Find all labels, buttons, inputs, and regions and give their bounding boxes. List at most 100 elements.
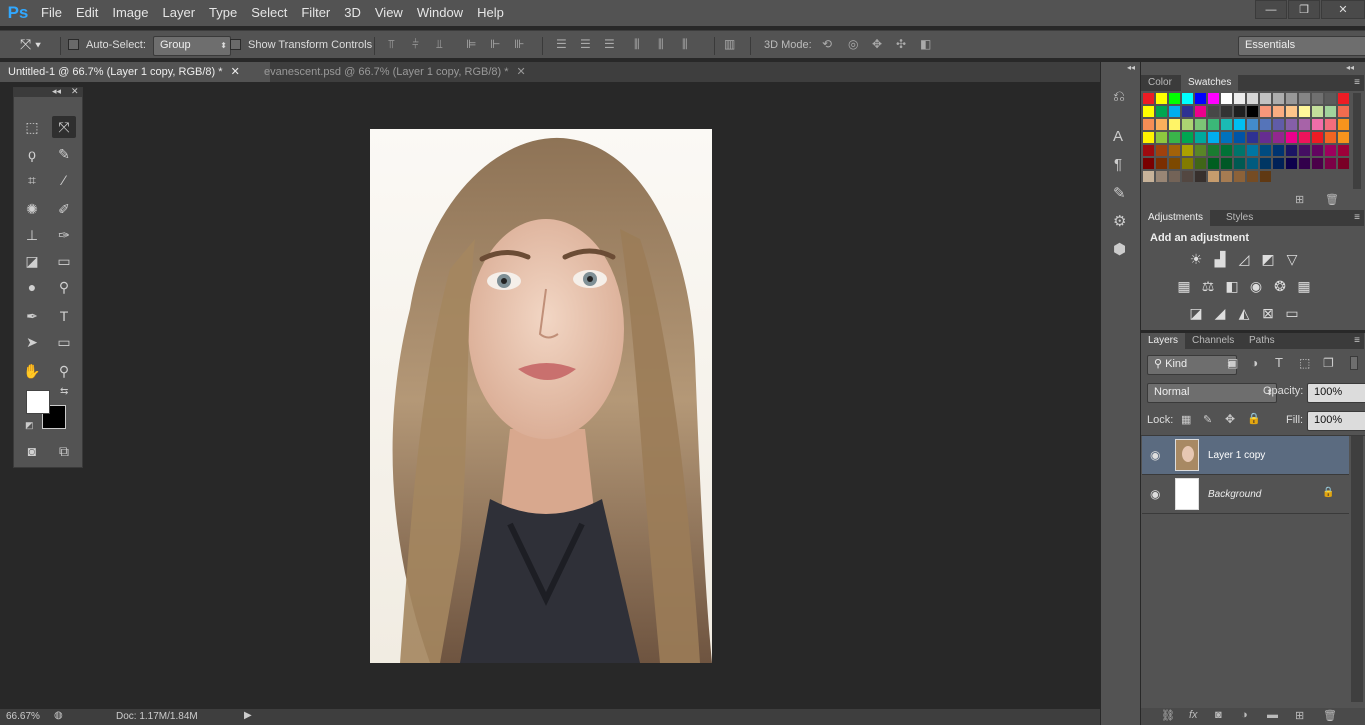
swatch[interactable] [1208, 106, 1219, 117]
swatch[interactable] [1156, 158, 1167, 169]
collapse-icon[interactable]: ◂◂ [1346, 63, 1354, 72]
swatch[interactable] [1169, 119, 1180, 130]
swatch[interactable] [1247, 132, 1258, 143]
swatch[interactable] [1156, 132, 1167, 143]
swatch[interactable] [1338, 106, 1349, 117]
move-tool-preset-icon[interactable]: ⤧ ▾ [20, 36, 41, 53]
swatch[interactable] [1325, 145, 1336, 156]
swatch[interactable] [1169, 145, 1180, 156]
eye-icon[interactable]: ◉ [1150, 448, 1160, 462]
swatch[interactable] [1169, 158, 1180, 169]
align-hcenter-icon[interactable]: ⊩ [490, 37, 500, 51]
close-icon[interactable]: ✕ [71, 86, 79, 97]
menu-edit[interactable]: Edit [69, 0, 105, 26]
distribute-left-icon[interactable]: ⫼ [634, 37, 640, 52]
swatch[interactable] [1234, 171, 1245, 182]
color-balance-icon[interactable]: ⚖ [1199, 277, 1217, 295]
threshold-icon[interactable]: ◭ [1235, 304, 1253, 322]
swatch[interactable] [1273, 106, 1284, 117]
swatch[interactable] [1221, 119, 1232, 130]
tab-swatches[interactable]: Swatches [1181, 75, 1239, 91]
swatch[interactable] [1156, 171, 1167, 182]
swatch[interactable] [1234, 132, 1245, 143]
lasso-tool-icon[interactable]: ϙ [20, 143, 44, 165]
brush-panel-icon[interactable]: ✎ [1113, 184, 1126, 202]
scale-3d-icon[interactable]: ◧ [920, 37, 931, 51]
opacity-input[interactable]: 100%▾ [1307, 383, 1365, 403]
scrollbar[interactable] [1351, 436, 1363, 702]
swatch[interactable] [1338, 119, 1349, 130]
menu-image[interactable]: Image [105, 0, 155, 26]
swap-colors-icon[interactable]: ⇆ [60, 386, 68, 397]
panel-menu-icon[interactable]: ≡ [1354, 335, 1360, 346]
type-tool-icon[interactable]: T [52, 305, 76, 327]
new-swatch-icon[interactable]: ⊞ [1295, 193, 1304, 206]
layer-name[interactable]: Background [1208, 489, 1261, 500]
character-panel-icon[interactable]: A [1113, 128, 1123, 145]
move-tool-icon[interactable]: ⤧ [52, 116, 76, 138]
swatch[interactable] [1260, 119, 1271, 130]
workspace-dropdown[interactable]: Essentials⬍ [1238, 36, 1365, 56]
swatch[interactable] [1169, 132, 1180, 143]
curves-icon[interactable]: ◿ [1235, 250, 1253, 268]
scrollbar[interactable] [1353, 93, 1361, 189]
swatch[interactable] [1208, 171, 1219, 182]
swatch[interactable] [1208, 119, 1219, 130]
photo-filter-icon[interactable]: ◉ [1247, 277, 1265, 295]
swatch[interactable] [1286, 93, 1297, 104]
eyedropper-tool-icon[interactable]: ⁄ [52, 169, 76, 191]
layer-style-icon[interactable]: fx [1189, 709, 1198, 721]
lock-position-icon[interactable]: ✥ [1225, 412, 1235, 426]
swatch[interactable] [1325, 132, 1336, 143]
swatch[interactable] [1247, 158, 1258, 169]
swatch[interactable] [1247, 145, 1258, 156]
swatch[interactable] [1273, 158, 1284, 169]
swatch[interactable] [1299, 158, 1310, 169]
distribute-right-icon[interactable]: ⫼ [682, 37, 688, 52]
swatch[interactable] [1234, 106, 1245, 117]
foreground-color-swatch[interactable] [26, 390, 50, 414]
swatch[interactable] [1156, 93, 1167, 104]
swatch[interactable] [1260, 145, 1271, 156]
lock-pixels-icon[interactable]: ✎ [1203, 413, 1212, 426]
selective-color-icon[interactable]: ⊠ [1259, 304, 1277, 322]
zoom-tool-icon[interactable]: ⚲ [52, 360, 76, 382]
swatch[interactable] [1156, 106, 1167, 117]
zoom-level[interactable]: 66.67% [6, 711, 40, 722]
swatch[interactable] [1169, 106, 1180, 117]
show-transform-checkbox[interactable] [230, 39, 241, 50]
swatch[interactable] [1156, 119, 1167, 130]
swatch[interactable] [1299, 119, 1310, 130]
swatch[interactable] [1143, 119, 1154, 130]
panel-menu-icon[interactable]: ≡ [1354, 77, 1360, 88]
swatch[interactable] [1208, 158, 1219, 169]
clone-source-panel-icon[interactable]: ⚙ [1113, 212, 1126, 230]
swatch[interactable] [1182, 171, 1193, 182]
align-bottom-icon[interactable]: ⫫ [436, 37, 443, 52]
swatch[interactable] [1338, 158, 1349, 169]
trash-icon[interactable]: 🗑 [1323, 709, 1337, 722]
menu-type[interactable]: Type [202, 0, 244, 26]
swatch[interactable] [1312, 145, 1323, 156]
swatch[interactable] [1247, 93, 1258, 104]
invert-icon[interactable]: ◪ [1187, 304, 1205, 322]
swatch[interactable] [1234, 93, 1245, 104]
swatch-grid[interactable] [1143, 93, 1351, 189]
drag-3d-icon[interactable]: ✥ [872, 37, 882, 51]
swatch[interactable] [1325, 119, 1336, 130]
layer-mask-icon[interactable]: ◙ [1215, 709, 1222, 721]
default-colors-icon[interactable]: ◩ [25, 420, 34, 431]
swatch[interactable] [1338, 145, 1349, 156]
distribute-bottom-icon[interactable]: ☰ [604, 37, 615, 51]
layer-name[interactable]: Layer 1 copy [1208, 450, 1265, 461]
swatch[interactable] [1221, 93, 1232, 104]
swatch[interactable] [1195, 106, 1206, 117]
tab-paths[interactable]: Paths [1242, 333, 1282, 349]
swatch[interactable] [1143, 132, 1154, 143]
filter-kind-dropdown[interactable]: ⚲ Kind ⬍ [1147, 355, 1237, 375]
hand-tool-icon[interactable]: ✋ [20, 360, 44, 382]
swatch[interactable] [1221, 106, 1232, 117]
tab-styles[interactable]: Styles [1219, 210, 1260, 226]
swatch[interactable] [1286, 158, 1297, 169]
lock-all-icon[interactable]: 🔒 [1247, 412, 1261, 425]
